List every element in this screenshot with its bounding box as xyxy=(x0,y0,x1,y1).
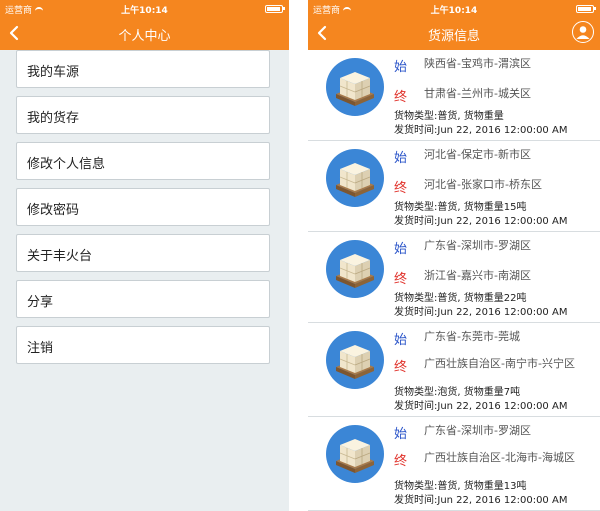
menu-item-about[interactable]: 关于丰火台 xyxy=(16,234,270,272)
ship-date: 发货时间:Jun 22, 2016 12:00:00 AM xyxy=(394,125,568,136)
destination-location: 广西壮族自治区-北海市-海城区 xyxy=(424,451,575,464)
menu-item-share[interactable]: 分享 xyxy=(16,280,270,318)
menu-item-label: 我的车源 xyxy=(27,65,80,80)
menu-item-my-vehicles[interactable]: 我的车源 xyxy=(16,50,270,88)
start-label: 始 xyxy=(394,242,408,257)
cargo-list[interactable]: 始 陕西省-宝鸡市-渭滨区 终 甘肃省-兰州市-城关区 货物类型:普货, 货物重… xyxy=(308,50,600,511)
start-label: 始 xyxy=(394,60,408,75)
cargo-details: 货物类型:普货, 货物重量13吨 xyxy=(394,481,527,492)
menu-item-label: 修改个人信息 xyxy=(27,157,106,172)
menu-item-label: 分享 xyxy=(27,295,54,310)
cargo-list-item[interactable]: 始 广东省-深圳市-罗湖区 终 浙江省-嘉兴市-南湖区 货物类型:普货, 货物重… xyxy=(308,232,600,323)
personal-center-screen: 运营商 上午10:14 个人中心 我的车源 我的货存 修改个人信息 修改密码 关… xyxy=(0,0,289,511)
destination-location: 河北省-张家口市-桥东区 xyxy=(424,178,542,191)
destination-location: 甘肃省-兰州市-城关区 xyxy=(424,87,531,100)
nav-bar: 货源信息 xyxy=(308,17,600,50)
menu-item-label: 注销 xyxy=(27,341,54,356)
origin-location: 陕西省-宝鸡市-渭滨区 xyxy=(424,57,531,70)
start-label: 始 xyxy=(394,427,408,442)
battery-icon xyxy=(576,5,594,13)
ship-date: 发货时间:Jun 22, 2016 12:00:00 AM xyxy=(394,307,568,318)
status-bar: 运营商 上午10:14 xyxy=(308,0,600,17)
origin-location: 广东省-东莞市-莞城 xyxy=(424,330,520,343)
origin-location: 河北省-保定市-新市区 xyxy=(424,148,531,161)
cargo-details: 货物类型:普货, 货物重量15吨 xyxy=(394,202,527,213)
box-pallet-icon xyxy=(326,58,384,116)
menu-item-my-goods[interactable]: 我的货存 xyxy=(16,96,270,134)
start-label: 始 xyxy=(394,151,408,166)
cargo-list-item[interactable]: 始 河北省-保定市-新市区 终 河北省-张家口市-桥东区 货物类型:普货, 货物… xyxy=(308,141,600,232)
origin-location: 广东省-深圳市-罗湖区 xyxy=(424,239,531,252)
end-label: 终 xyxy=(394,181,408,196)
page-title: 个人中心 xyxy=(118,29,171,44)
end-label: 终 xyxy=(394,90,408,105)
menu-item-label: 关于丰火台 xyxy=(27,249,93,264)
box-pallet-icon xyxy=(326,149,384,207)
ship-date: 发货时间:Jun 22, 2016 12:00:00 AM xyxy=(394,216,568,227)
cargo-list-item[interactable]: 始 陕西省-宝鸡市-渭滨区 终 甘肃省-兰州市-城关区 货物类型:普货, 货物重… xyxy=(308,50,600,141)
status-bar: 运营商 上午10:14 xyxy=(0,0,289,17)
ship-date: 发货时间:Jun 22, 2016 12:00:00 AM xyxy=(394,495,568,506)
cargo-info-screen: 运营商 上午10:14 货源信息 始 陕西省-宝鸡市-渭滨区 终 甘肃省-兰州市… xyxy=(308,0,600,511)
menu-item-edit-profile[interactable]: 修改个人信息 xyxy=(16,142,270,180)
end-label: 终 xyxy=(394,272,408,287)
cargo-list-item[interactable]: 始 广东省-东莞市-莞城 终 广西壮族自治区-南宁市-兴宁区 货物类型:泡货, … xyxy=(308,323,600,417)
destination-location: 浙江省-嘉兴市-南湖区 xyxy=(424,269,531,282)
cargo-details: 货物类型:泡货, 货物重量7吨 xyxy=(394,387,521,398)
cargo-list-item[interactable]: 始 广东省-深圳市-罗湖区 终 广西壮族自治区-北海市-海城区 货物类型:普货,… xyxy=(308,417,600,511)
menu-item-label: 修改密码 xyxy=(27,203,80,218)
user-icon[interactable] xyxy=(572,21,594,43)
box-pallet-icon xyxy=(326,425,384,483)
end-label: 终 xyxy=(394,454,408,469)
end-label: 终 xyxy=(394,360,408,375)
menu-item-change-password[interactable]: 修改密码 xyxy=(16,188,270,226)
battery-tip xyxy=(283,7,285,10)
cargo-details: 货物类型:普货, 货物重量22吨 xyxy=(394,293,527,304)
cargo-details: 货物类型:普货, 货物重量 xyxy=(394,111,504,122)
status-time: 上午10:14 xyxy=(121,6,168,16)
menu-item-label: 我的货存 xyxy=(27,111,80,126)
menu-item-logout[interactable]: 注销 xyxy=(16,326,270,364)
destination-location: 广西壮族自治区-南宁市-兴宁区 xyxy=(424,357,575,370)
battery-icon xyxy=(265,5,283,13)
nav-bar: 个人中心 xyxy=(0,17,289,50)
origin-location: 广东省-深圳市-罗湖区 xyxy=(424,424,531,437)
box-pallet-icon xyxy=(326,240,384,298)
status-time: 上午10:14 xyxy=(430,6,478,16)
box-pallet-icon xyxy=(326,331,384,389)
ship-date: 发货时间:Jun 22, 2016 12:00:00 AM xyxy=(394,401,568,412)
battery-tip xyxy=(594,7,596,10)
start-label: 始 xyxy=(394,333,408,348)
page-title: 货源信息 xyxy=(427,29,480,44)
